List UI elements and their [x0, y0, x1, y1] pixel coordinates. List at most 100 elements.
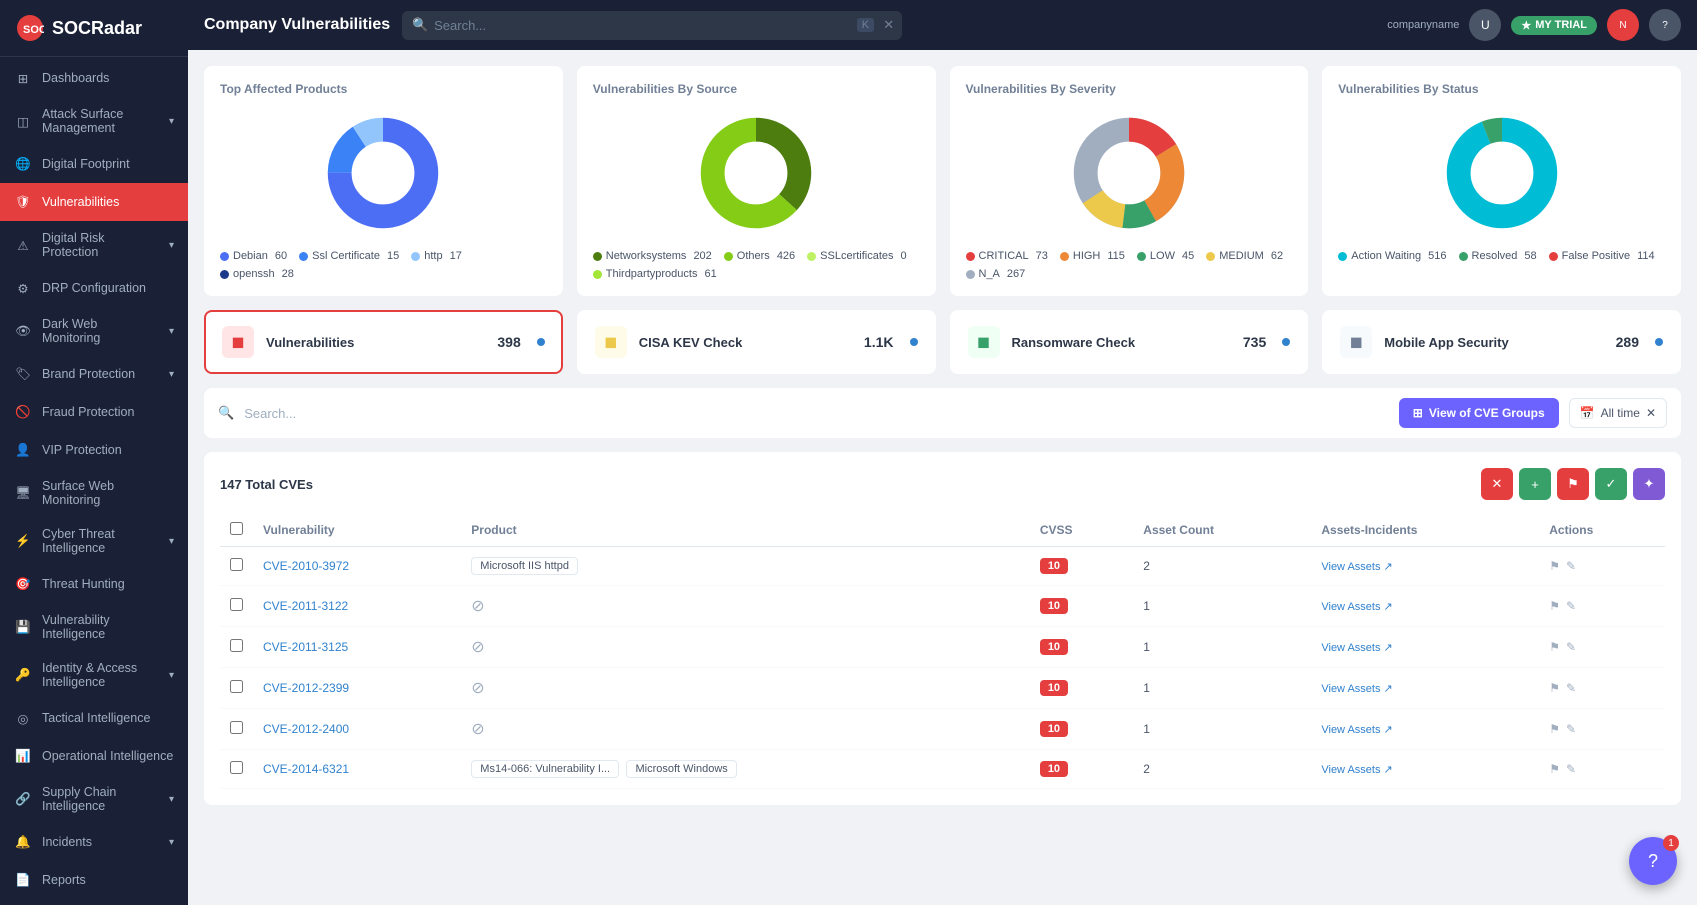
cve-link[interactable]: CVE-2012-2399 [263, 681, 349, 695]
row-checkbox[interactable] [230, 680, 243, 693]
sidebar-item-identity-access[interactable]: 🔑 Identity & Access Intelligence ▾ [0, 651, 188, 699]
product-tag: Ms14-066: Vulnerability I... [471, 760, 619, 778]
cve-link[interactable]: CVE-2011-3125 [263, 640, 348, 654]
row-checkbox[interactable] [230, 558, 243, 571]
flag-action[interactable]: ⚑ [1549, 681, 1560, 695]
flag-action[interactable]: ⚑ [1549, 599, 1560, 613]
edit-action[interactable]: ✎ [1566, 762, 1576, 776]
help-avatar[interactable]: ? [1649, 9, 1681, 41]
sidebar-item-vip-protection[interactable]: 👤 VIP Protection [0, 431, 188, 469]
cve-link[interactable]: CVE-2014-6321 [263, 762, 349, 776]
edit-action[interactable]: ✎ [1566, 599, 1576, 613]
legend-value: 17 [450, 250, 462, 262]
chat-button[interactable]: ? 1 [1629, 837, 1677, 885]
view-assets-link[interactable]: View Assets ↗ [1321, 600, 1529, 613]
trial-label: MY TRIAL [1535, 19, 1587, 31]
sidebar-item-settings[interactable]: ⚙ Settings ▾ [0, 899, 188, 905]
sidebar-item-cyber-threat[interactable]: ⚡ Cyber Threat Intelligence ▾ [0, 517, 188, 565]
sidebar-item-tactical-intel[interactable]: ◎ Tactical Intelligence [0, 699, 188, 737]
date-filter[interactable]: 📅 All time ✕ [1569, 398, 1667, 428]
legend-dot [1137, 252, 1146, 261]
sidebar-nav: ⊞ Dashboards ◫ Attack Surface Management… [0, 59, 188, 905]
flag-action[interactable]: ⚑ [1549, 762, 1560, 776]
row-checkbox[interactable] [230, 598, 243, 611]
sidebar-item-incidents[interactable]: 🔔 Incidents ▾ [0, 823, 188, 861]
row-actions: ⚑ ✎ [1549, 722, 1655, 736]
edit-action[interactable]: ✎ [1566, 640, 1576, 654]
view-assets-link[interactable]: View Assets ↗ [1321, 723, 1529, 736]
file-icon: 📄 [14, 871, 32, 889]
assets-incidents-cell: View Assets ↗ [1311, 627, 1539, 668]
tag-icon: 🏷 [14, 365, 32, 383]
search-input[interactable] [402, 11, 902, 40]
flag-action[interactable]: ⚑ [1549, 722, 1560, 736]
tab-vulnerabilities[interactable]: ◼ Vulnerabilities 398 [204, 310, 563, 374]
close-date-icon[interactable]: ✕ [1646, 406, 1656, 420]
view-assets-link[interactable]: View Assets ↗ [1321, 641, 1529, 654]
link-icon: 🔗 [14, 790, 32, 808]
sidebar-item-dark-web[interactable]: 👁 Dark Web Monitoring ▾ [0, 307, 188, 355]
tab-cisa-icon: ◼ [595, 326, 627, 358]
sidebar-item-vulnerabilities[interactable]: 🛡 Vulnerabilities [0, 183, 188, 221]
filter-row: 🔍 ⊞ View of CVE Groups 📅 All time ✕ [204, 388, 1681, 438]
row-checkbox-cell [220, 586, 253, 627]
cvss-badge: 10 [1040, 598, 1068, 614]
action-icon-red[interactable]: ✕ [1481, 468, 1513, 500]
edit-action[interactable]: ✎ [1566, 681, 1576, 695]
view-assets-link[interactable]: View Assets ↗ [1321, 763, 1529, 776]
flag-action[interactable]: ⚑ [1549, 559, 1560, 573]
cve-link[interactable]: CVE-2011-3122 [263, 599, 348, 613]
filter-search-input[interactable] [244, 406, 1389, 421]
edit-action[interactable]: ✎ [1566, 722, 1576, 736]
select-all-checkbox[interactable] [230, 522, 243, 535]
sidebar-item-threat-hunting[interactable]: 🎯 Threat Hunting [0, 565, 188, 603]
sidebar-label: Reports [42, 873, 174, 887]
sidebar-item-fraud-protection[interactable]: 🚫 Fraud Protection [0, 393, 188, 431]
sidebar-label: Operational Intelligence [42, 749, 174, 763]
row-checkbox[interactable] [230, 721, 243, 734]
sidebar-item-dashboards[interactable]: ⊞ Dashboards [0, 59, 188, 97]
cve-link[interactable]: CVE-2012-2400 [263, 722, 349, 736]
tab-mobile-app[interactable]: ◼ Mobile App Security 289 [1322, 310, 1681, 374]
tab-dot [1282, 338, 1290, 346]
sidebar-item-reports[interactable]: 📄 Reports [0, 861, 188, 899]
action-icon-purple[interactable]: ✦ [1633, 468, 1665, 500]
sidebar-item-brand-protection[interactable]: 🏷 Brand Protection ▾ [0, 355, 188, 393]
action-icon-green[interactable]: + [1519, 468, 1551, 500]
tab-ransomware-count: 735 [1243, 334, 1266, 350]
sidebar-item-vuln-intel[interactable]: 💾 Vulnerability Intelligence [0, 603, 188, 651]
tab-cisa-kev[interactable]: ◼ CISA KEV Check 1.1K [577, 310, 936, 374]
sidebar-item-attack-surface[interactable]: ◫ Attack Surface Management ▾ [0, 97, 188, 145]
sidebar-label: Cyber Threat Intelligence [42, 527, 159, 555]
asset-count-cell: 2 [1133, 547, 1311, 586]
notification-avatar[interactable]: N [1607, 9, 1639, 41]
tab-dot [910, 338, 918, 346]
cvss-cell: 10 [1030, 586, 1133, 627]
edit-action[interactable]: ✎ [1566, 559, 1576, 573]
row-checkbox[interactable] [230, 761, 243, 774]
sidebar-item-digital-risk[interactable]: ⚠ Digital Risk Protection ▾ [0, 221, 188, 269]
sidebar-item-operational-intel[interactable]: 📊 Operational Intelligence [0, 737, 188, 775]
tab-ransomware[interactable]: ◼ Ransomware Check 735 [950, 310, 1309, 374]
flag-action[interactable]: ⚑ [1549, 640, 1560, 654]
action-icon-check[interactable]: ✓ [1595, 468, 1627, 500]
view-assets-link[interactable]: View Assets ↗ [1321, 560, 1529, 573]
row-checkbox[interactable] [230, 639, 243, 652]
view-assets-link[interactable]: View Assets ↗ [1321, 682, 1529, 695]
sidebar-item-surface-web[interactable]: 🖥 Surface Web Monitoring [0, 469, 188, 517]
sidebar-label: Brand Protection [42, 367, 159, 381]
trial-badge[interactable]: ★ MY TRIAL [1511, 16, 1597, 35]
sidebar-item-digital-footprint[interactable]: 🌐 Digital Footprint [0, 145, 188, 183]
action-icon-flag[interactable]: ⚑ [1557, 468, 1589, 500]
sidebar-item-drp-config[interactable]: ⚙ DRP Configuration [0, 269, 188, 307]
asset-count-cell: 2 [1133, 750, 1311, 789]
search-close-icon[interactable]: ✕ [883, 17, 894, 33]
view-cve-groups-button[interactable]: ⊞ View of CVE Groups [1399, 398, 1559, 428]
cve-link[interactable]: CVE-2010-3972 [263, 559, 349, 573]
legend-dot [1206, 252, 1215, 261]
donut-chart-status [1437, 108, 1567, 238]
table-row: CVE-2014-6321 Ms14-066: Vulnerability I.… [220, 750, 1665, 789]
sidebar-item-supply-chain[interactable]: 🔗 Supply Chain Intelligence ▾ [0, 775, 188, 823]
total-cves: 147 Total CVEs [220, 477, 313, 492]
table-row: CVE-2011-3122 ⊘ 10 1 View Assets ↗ ⚑ ✎ [220, 586, 1665, 627]
